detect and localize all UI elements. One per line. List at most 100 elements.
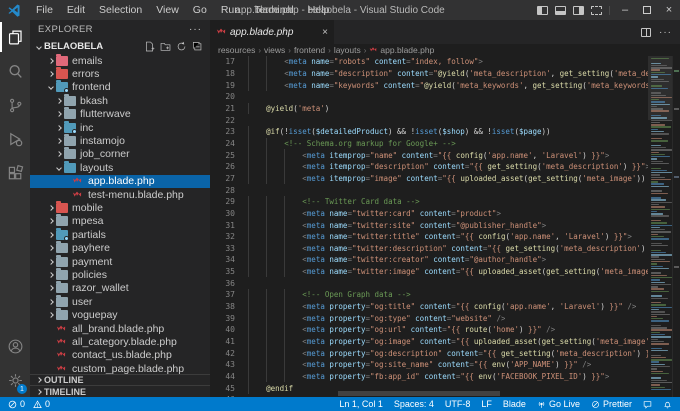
status-go-live[interactable]: Go Live [537, 399, 580, 409]
horizontal-scrollbar[interactable] [338, 391, 500, 396]
code-line-35[interactable]: 35<meta name="twitter:image" content="{{… [210, 266, 648, 278]
timeline-section[interactable]: TIMELINE [30, 385, 210, 397]
code-line-21[interactable]: 21@yield('meta') [210, 103, 648, 115]
workspace-section-header[interactable]: BELAOBELA [30, 39, 210, 54]
menu-view[interactable]: View [149, 0, 186, 20]
menu-selection[interactable]: Selection [92, 0, 149, 20]
code-line-33[interactable]: 33<meta name="twitter:description" conte… [210, 243, 648, 255]
code-line-29[interactable]: 29<!-- Twitter Card data --> [210, 196, 648, 208]
activity-explorer[interactable] [0, 20, 30, 54]
code-line-43[interactable]: 43<meta property="og:site_name" content=… [210, 359, 648, 371]
code-line-32[interactable]: 32<meta name="twitter:title" content="{{… [210, 231, 648, 243]
activity-account[interactable] [0, 329, 30, 363]
tree-item-frontend[interactable]: frontend [30, 81, 210, 94]
code-line-28[interactable]: 28 [210, 184, 648, 196]
collapse-all-icon[interactable] [192, 41, 203, 52]
tree-item-mpesa[interactable]: mpesa [30, 215, 210, 228]
code-line-37[interactable]: 37<!-- Open Graph data --> [210, 289, 648, 301]
close-button[interactable]: × [658, 0, 680, 20]
code-line-38[interactable]: 38<meta property="og:title" content="{{ … [210, 301, 648, 313]
code-area[interactable]: 17<meta name="robots" content="index, fo… [210, 56, 648, 397]
status-notifications[interactable] [663, 400, 672, 409]
tree-item-errors[interactable]: errors [30, 67, 210, 80]
tree-item-job-corner[interactable]: job_corner [30, 148, 210, 161]
close-tab-icon[interactable]: × [322, 27, 328, 38]
split-editor-icon[interactable] [641, 28, 651, 37]
code-line-24[interactable]: 24<!-- Schema.org markup for Google+ --> [210, 138, 648, 150]
menu-go[interactable]: Go [186, 0, 214, 20]
tree-item-layouts[interactable]: layouts [30, 161, 210, 174]
code-line-26[interactable]: 26<meta itemprop="description" content="… [210, 161, 648, 173]
new-folder-icon[interactable] [160, 41, 171, 52]
code-line-36[interactable]: 36 [210, 277, 648, 289]
minimap[interactable] [648, 56, 672, 397]
tree-item-app-blade-php[interactable]: app.blade.php [30, 175, 210, 188]
status-cursor-position[interactable]: Ln 1, Col 1 [339, 399, 383, 409]
menu-file[interactable]: File [29, 0, 60, 20]
activity-source-control[interactable] [0, 88, 30, 122]
toggle-secondary-sidebar-icon[interactable] [573, 6, 584, 15]
outline-section[interactable]: OUTLINE [30, 374, 210, 386]
tree-item-contact-us-blade-php[interactable]: contact_us.blade.php [30, 349, 210, 362]
status-language-mode[interactable]: Blade [503, 399, 526, 409]
tree-item-policies[interactable]: policies [30, 268, 210, 281]
tree-item-user[interactable]: user [30, 295, 210, 308]
tree-item-partials[interactable]: partials [30, 228, 210, 241]
status-encoding[interactable]: UTF-8 [445, 399, 471, 409]
breadcrumb-item-frontend[interactable]: frontend [294, 45, 325, 55]
breadcrumb-item-views[interactable]: views [264, 45, 285, 55]
tree-item-inc[interactable]: inc [30, 121, 210, 134]
tree-item-mobile[interactable]: mobile [30, 201, 210, 214]
tree-item-payment[interactable]: payment [30, 255, 210, 268]
code-line-31[interactable]: 31<meta name="twitter:site" content="@pu… [210, 219, 648, 231]
code-line-19[interactable]: 19<meta name="keywords" content="@yield(… [210, 79, 648, 91]
menu-run[interactable]: Run [214, 0, 247, 20]
activity-extensions[interactable] [0, 156, 30, 190]
refresh-icon[interactable] [176, 41, 187, 52]
status-feedback[interactable] [643, 400, 652, 409]
code-line-18[interactable]: 18<meta name="description" content="@yie… [210, 68, 648, 80]
code-line-23[interactable]: 23@if(!isset($detailedProduct) && !isset… [210, 126, 648, 138]
activity-search[interactable] [0, 54, 30, 88]
status-prettier[interactable]: Prettier [591, 399, 632, 409]
breadcrumb-item-resources[interactable]: resources [218, 45, 255, 55]
status-indentation[interactable]: Spaces: 4 [394, 399, 434, 409]
status-eol[interactable]: LF [481, 399, 492, 409]
problems-warnings[interactable]: 0 [33, 399, 50, 409]
menu-edit[interactable]: Edit [60, 0, 92, 20]
tree-item-test-menu-blade-php[interactable]: test-menu.blade.php [30, 188, 210, 201]
tree-item-instamojo[interactable]: instamojo [30, 134, 210, 147]
code-line-44[interactable]: 44<meta property="fb:app_id" content="{{… [210, 371, 648, 383]
editor-more-actions-icon[interactable]: ··· [659, 27, 672, 38]
toggle-sidebar-icon[interactable] [537, 6, 548, 15]
tree-item-all-category-blade-php[interactable]: all_category.blade.php [30, 335, 210, 348]
activity-settings[interactable]: 1 [0, 363, 30, 397]
code-line-27[interactable]: 27<meta itemprop="image" content="{{ upl… [210, 173, 648, 185]
breadcrumb-item-layouts[interactable]: layouts [334, 45, 361, 55]
code-line-30[interactable]: 30<meta name="twitter:card" content="pro… [210, 208, 648, 220]
breadcrumb-item-app-blade-php[interactable]: app.blade.php [369, 45, 434, 55]
tree-item-voguepay[interactable]: voguepay [30, 308, 210, 321]
sidebar-more-actions-icon[interactable]: ··· [189, 24, 202, 35]
tree-item-razor-wallet[interactable]: razor_wallet [30, 282, 210, 295]
tab-app-blade-php[interactable]: app.blade.php × [210, 20, 334, 44]
tree-item-custom-page-blade-php[interactable]: custom_page.blade.php [30, 362, 210, 374]
problems-errors[interactable]: 0 [8, 399, 25, 409]
menu-help[interactable]: Help [301, 0, 337, 20]
tree-item-flutterwave[interactable]: flutterwave [30, 108, 210, 121]
tree-item-emails[interactable]: emails [30, 54, 210, 67]
minimize-button[interactable]: – [614, 0, 636, 20]
tree-item-payhere[interactable]: payhere [30, 241, 210, 254]
code-line-42[interactable]: 42<meta property="og:description" conten… [210, 347, 648, 359]
restore-button[interactable] [636, 0, 658, 20]
code-line-20[interactable]: 20 [210, 91, 648, 103]
code-line-40[interactable]: 40<meta property="og:url" content="{{ ro… [210, 324, 648, 336]
new-file-icon[interactable] [144, 41, 155, 52]
tree-item-bkash[interactable]: bkash [30, 94, 210, 107]
customize-layout-icon[interactable] [591, 6, 602, 15]
activity-run-debug[interactable] [0, 122, 30, 156]
toggle-panel-icon[interactable] [555, 6, 566, 15]
tree-item-all-brand-blade-php[interactable]: all_brand.blade.php [30, 322, 210, 335]
code-line-34[interactable]: 34<meta name="twitter:creator" content="… [210, 254, 648, 266]
code-line-22[interactable]: 22 [210, 114, 648, 126]
